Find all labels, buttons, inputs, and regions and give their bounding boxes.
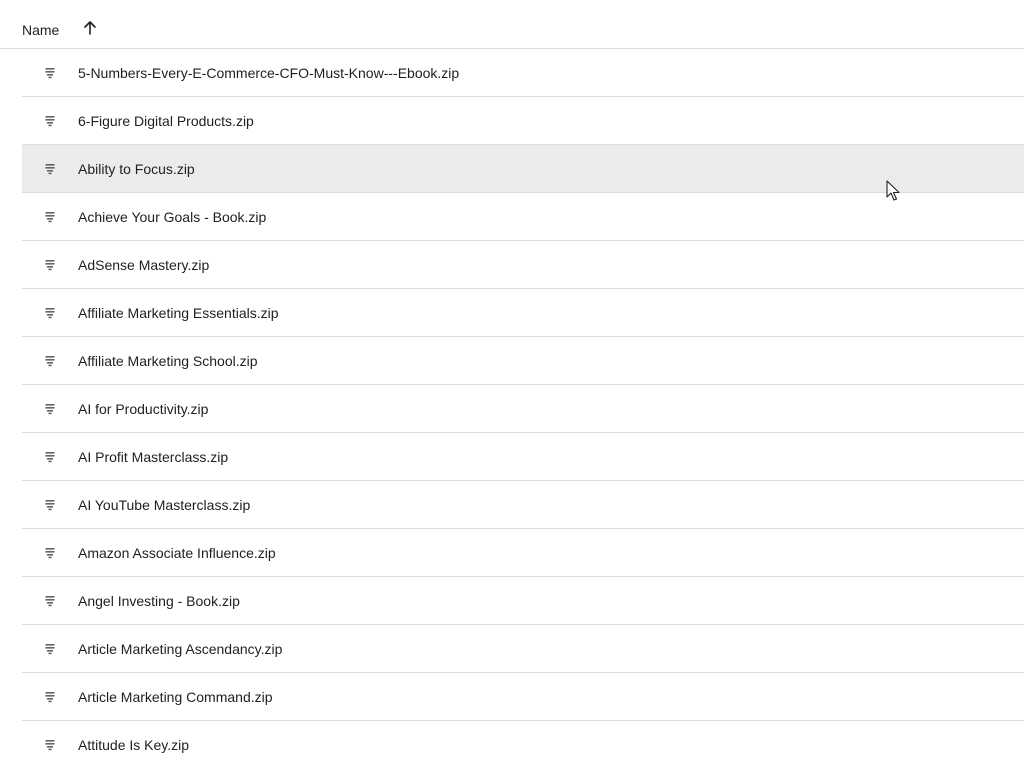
file-name: AI Profit Masterclass.zip [78, 449, 229, 465]
zip-file-icon [45, 163, 55, 175]
file-row[interactable]: AdSense Mastery.zip [22, 241, 1024, 289]
file-name: Article Marketing Ascendancy.zip [78, 641, 283, 657]
file-name: Article Marketing Command.zip [78, 689, 273, 705]
zip-file-icon [45, 259, 55, 271]
file-name: Ability to Focus.zip [78, 161, 195, 177]
file-row[interactable]: Angel Investing - Book.zip [22, 577, 1024, 625]
file-row[interactable]: Achieve Your Goals - Book.zip [22, 193, 1024, 241]
file-name: 5-Numbers-Every-E-Commerce-CFO-Must-Know… [78, 65, 460, 81]
file-list: 5-Numbers-Every-E-Commerce-CFO-Must-Know… [22, 49, 1024, 768]
list-header: Name [0, 0, 1024, 49]
file-name: Achieve Your Goals - Book.zip [78, 209, 267, 225]
zip-file-icon [45, 67, 55, 79]
file-row[interactable]: Affiliate Marketing School.zip [22, 337, 1024, 385]
file-row[interactable]: AI YouTube Masterclass.zip [22, 481, 1024, 529]
file-name: AI for Productivity.zip [78, 401, 209, 417]
file-name: Affiliate Marketing School.zip [78, 353, 258, 369]
zip-file-icon [45, 739, 55, 751]
file-list-view: Name 5-Numbers-Every-E-Commerce-CFO-Must… [0, 0, 1024, 768]
zip-file-icon [45, 499, 55, 511]
file-row[interactable]: 6-Figure Digital Products.zip [22, 97, 1024, 145]
file-row[interactable]: AI for Productivity.zip [22, 385, 1024, 433]
file-row[interactable]: Article Marketing Command.zip [22, 673, 1024, 721]
file-row[interactable]: Attitude Is Key.zip [22, 721, 1024, 768]
zip-file-icon [45, 307, 55, 319]
zip-file-icon [45, 211, 55, 223]
file-name: Angel Investing - Book.zip [78, 593, 240, 609]
file-name: Attitude Is Key.zip [78, 737, 190, 753]
file-name: 6-Figure Digital Products.zip [78, 113, 254, 129]
zip-file-icon [45, 355, 55, 367]
zip-file-icon [45, 547, 55, 559]
zip-file-icon [45, 595, 55, 607]
file-name: Affiliate Marketing Essentials.zip [78, 305, 279, 321]
zip-file-icon [45, 643, 55, 655]
file-row[interactable]: Article Marketing Ascendancy.zip [22, 625, 1024, 673]
file-row[interactable]: Ability to Focus.zip [22, 145, 1024, 193]
file-row[interactable]: Affiliate Marketing Essentials.zip [22, 289, 1024, 337]
file-row[interactable]: 5-Numbers-Every-E-Commerce-CFO-Must-Know… [22, 49, 1024, 97]
file-name: AdSense Mastery.zip [78, 257, 210, 273]
file-name: AI YouTube Masterclass.zip [78, 497, 251, 513]
arrow-up-icon[interactable] [82, 20, 98, 36]
file-name: Amazon Associate Influence.zip [78, 545, 276, 561]
file-row[interactable]: Amazon Associate Influence.zip [22, 529, 1024, 577]
name-column-header[interactable]: Name [22, 22, 59, 38]
zip-file-icon [45, 403, 55, 415]
zip-file-icon [45, 451, 55, 463]
file-row[interactable]: AI Profit Masterclass.zip [22, 433, 1024, 481]
zip-file-icon [45, 691, 55, 703]
zip-file-icon [45, 115, 55, 127]
